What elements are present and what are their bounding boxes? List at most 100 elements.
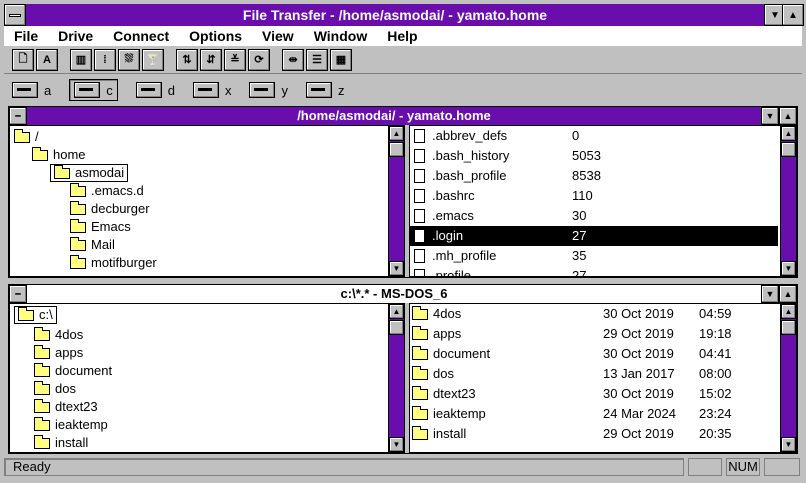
menu-options[interactable]: Options <box>189 28 242 44</box>
tree-folder-label: dtext23 <box>55 399 98 414</box>
remote-minimize-button[interactable]: ▼ <box>761 107 779 125</box>
scroll-thumb[interactable] <box>781 320 796 335</box>
drive-button-c[interactable]: c <box>69 79 118 101</box>
tree-folder[interactable]: .emacs.d <box>70 182 144 200</box>
file-row[interactable]: .login 27 <box>410 226 778 246</box>
local-minimize-button[interactable]: ▼ <box>761 285 779 303</box>
refresh-icon[interactable]: ⟳ <box>248 48 270 71</box>
local-file-scrollbar[interactable]: ▲ ▼ <box>780 304 796 452</box>
menu-window[interactable]: Window <box>314 28 368 44</box>
status-indicator-caps <box>688 458 722 476</box>
drive-button-d[interactable]: d <box>135 82 175 98</box>
tree-folder[interactable]: / <box>14 128 39 146</box>
remote-tree-scrollbar[interactable]: ▲ ▼ <box>388 126 404 276</box>
folder-icon <box>34 434 50 449</box>
status-indicator-num: NUM <box>726 458 760 476</box>
tree-folder-label: decburger <box>91 201 150 216</box>
file-row[interactable]: install 29 Oct 2019 20:35 <box>410 424 778 444</box>
remote-file-pane[interactable]: ▲ ▼ .abbrev_defs 0 .bash_history 5053 .bash_… <box>409 125 797 277</box>
menu-drive[interactable]: Drive <box>58 28 93 44</box>
tree-view-icon[interactable]: ⛆ <box>118 48 140 71</box>
remote-tree-pane[interactable]: ▲ ▼ / home asmodai .emacs.d decburger Emacs Ma… <box>9 125 405 277</box>
file-row[interactable]: ieaktemp 24 Mar 2024 23:24 <box>410 404 778 424</box>
drive-button-x[interactable]: x <box>192 82 231 98</box>
menu-help[interactable]: Help <box>387 28 417 44</box>
scroll-thumb[interactable] <box>389 320 404 335</box>
file-row[interactable]: document 30 Oct 2019 04:41 <box>410 344 778 364</box>
tree-folder[interactable]: install <box>34 434 88 452</box>
file-row[interactable]: 4dos 30 Oct 2019 04:59 <box>410 304 778 324</box>
file-row[interactable]: apps 29 Oct 2019 19:18 <box>410 324 778 344</box>
scroll-thumb[interactable] <box>389 142 404 157</box>
folder-icon <box>18 306 34 321</box>
menu-file[interactable]: File <box>14 28 38 44</box>
scroll-up-arrow[interactable]: ▲ <box>389 126 404 141</box>
new-doc-icon[interactable]: 🗋 <box>12 48 34 71</box>
folder-icon <box>412 305 428 320</box>
remote-system-menu-button[interactable]: ━ <box>9 107 27 125</box>
file-row[interactable]: .bash_history 5053 <box>410 146 778 166</box>
list-view-icon[interactable]: ⁞ <box>94 48 116 71</box>
menu-view[interactable]: View <box>262 28 294 44</box>
scroll-down-arrow[interactable]: ▼ <box>389 437 404 452</box>
local-tree-scrollbar[interactable]: ▲ ▼ <box>388 304 404 452</box>
tree-folder[interactable]: apps <box>34 344 83 362</box>
tree-folder[interactable]: home <box>32 146 86 164</box>
tree-folder[interactable]: dos <box>34 380 76 398</box>
scroll-down-arrow[interactable]: ▼ <box>781 261 796 276</box>
drive-label: z <box>337 82 345 98</box>
file-name: .bashrc <box>432 188 475 203</box>
scroll-down-arrow[interactable]: ▼ <box>781 437 796 452</box>
file-name: .abbrev_defs <box>432 128 508 143</box>
drive-icon <box>249 82 276 98</box>
file-row[interactable]: .abbrev_defs 0 <box>410 126 778 146</box>
remote-maximize-button[interactable]: ▲ <box>779 107 797 125</box>
scroll-up-arrow[interactable]: ▲ <box>781 126 796 141</box>
menu-connect[interactable]: Connect <box>113 28 169 44</box>
file-date: 30 Oct 2019 <box>603 386 674 401</box>
tree-folder[interactable]: document <box>34 362 112 380</box>
drive-button-y[interactable]: y <box>249 82 288 98</box>
align-icon[interactable]: ⇹ <box>282 48 304 71</box>
scroll-thumb[interactable] <box>781 142 796 157</box>
maximize-button[interactable]: ▲ <box>782 4 804 26</box>
remote-window-title: /home/asmodai/ - yamato.home <box>27 107 761 125</box>
scroll-up-arrow[interactable]: ▲ <box>781 304 796 319</box>
font-a-icon[interactable]: A <box>36 48 58 71</box>
tree-folder[interactable]: asmodai <box>50 164 129 182</box>
local-tree-pane[interactable]: ▲ ▼ c:\ 4dos apps document dos dtext23 ieaktem… <box>9 303 405 453</box>
binary-icon[interactable]: ▥ <box>70 48 92 71</box>
tree-folder[interactable]: decburger <box>70 200 150 218</box>
tree-root-drive[interactable]: c:\ <box>14 306 57 324</box>
file-row[interactable]: .emacs 30 <box>410 206 778 226</box>
grid-icon[interactable]: ▦ <box>330 48 352 71</box>
cocktail-icon[interactable]: 🍸 <box>142 48 164 71</box>
file-row[interactable]: .mh_profile 35 <box>410 246 778 266</box>
remote-file-scrollbar[interactable]: ▲ ▼ <box>780 126 796 276</box>
tree-folder[interactable]: Mail <box>70 236 115 254</box>
sort-type-icon[interactable]: ⇵ <box>200 48 222 71</box>
tree-folder-label: 4dos <box>55 327 84 342</box>
tree-folder[interactable]: dtext23 <box>34 398 98 416</box>
local-maximize-button[interactable]: ▲ <box>779 285 797 303</box>
local-file-pane[interactable]: ▲ ▼ 4dos 30 Oct 2019 04:59 apps 29 Oct 2019 1… <box>409 303 797 453</box>
file-row[interactable]: .bash_profile 8538 <box>410 166 778 186</box>
file-row[interactable]: .profile 27 <box>410 266 778 276</box>
file-row[interactable]: dtext23 30 Oct 2019 15:02 <box>410 384 778 404</box>
sort-name-icon[interactable]: ⇅ <box>176 48 198 71</box>
scroll-down-arrow[interactable]: ▼ <box>389 261 404 276</box>
system-menu-button[interactable] <box>4 4 26 26</box>
file-row[interactable]: .bashrc 110 <box>410 186 778 206</box>
drive-button-a[interactable]: a <box>12 82 51 98</box>
drive-button-z[interactable]: z <box>305 82 345 98</box>
compare-icon[interactable]: ≚ <box>224 48 246 71</box>
details-icon[interactable]: ☰ <box>306 48 328 71</box>
tree-folder[interactable]: motifburger <box>70 254 157 272</box>
tree-folder[interactable]: 4dos <box>34 326 83 344</box>
scroll-up-arrow[interactable]: ▲ <box>389 304 404 319</box>
tree-folder[interactable]: ieaktemp <box>34 416 108 434</box>
file-date: 30 Oct 2019 <box>603 306 674 321</box>
file-row[interactable]: dos 13 Jan 2017 08:00 <box>410 364 778 384</box>
local-system-menu-button[interactable]: ━ <box>9 285 27 303</box>
tree-folder[interactable]: Emacs <box>70 218 131 236</box>
